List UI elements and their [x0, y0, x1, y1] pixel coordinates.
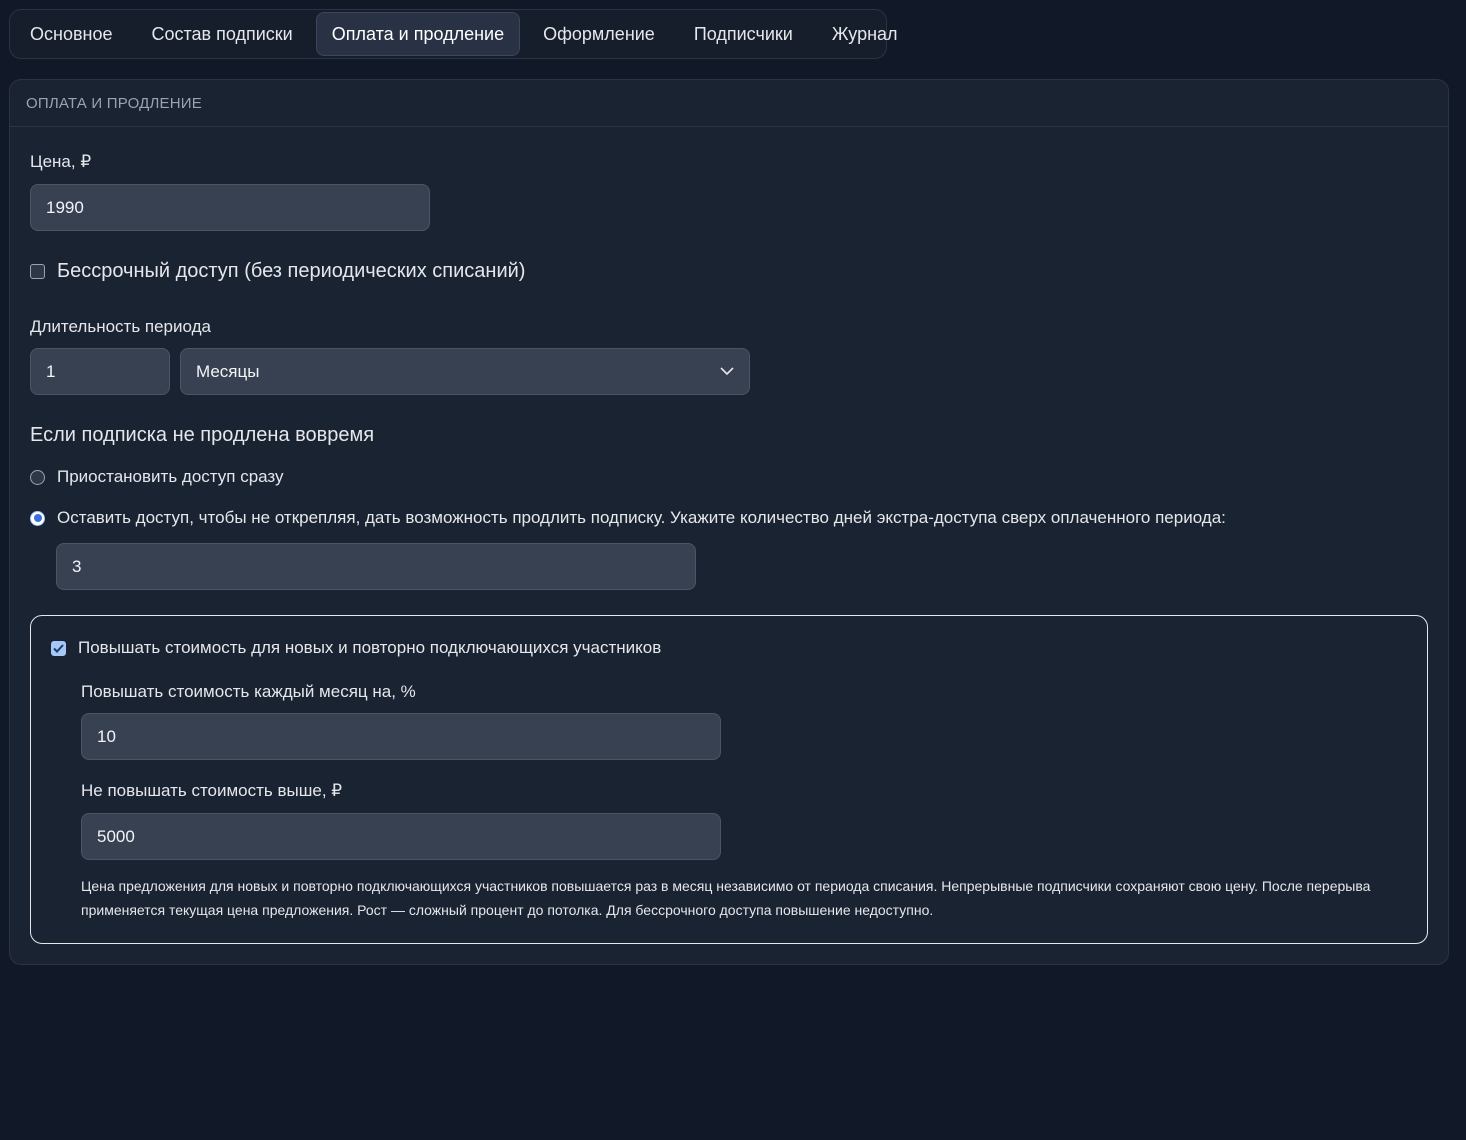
- grace-label: Оставить доступ, чтобы не открепляя, дат…: [57, 508, 1226, 527]
- lifetime-access-checkbox[interactable]: [30, 264, 45, 279]
- price-cap-label: Не повышать стоимость выше, ₽: [81, 781, 343, 800]
- period-unit-value: Месяцы: [196, 361, 260, 381]
- lapse-heading: Если подписка не продлена вовремя: [30, 424, 375, 446]
- grace-days-input[interactable]: [56, 543, 696, 590]
- suspend-label: Приостановить доступ сразу: [57, 467, 284, 486]
- period-unit-select[interactable]: Месяцы: [180, 348, 750, 395]
- price-increase-panel: Повышать стоимость для новых и повторно …: [30, 615, 1428, 944]
- grace-radio[interactable]: [30, 510, 45, 526]
- price-input[interactable]: [30, 184, 430, 231]
- tab-design[interactable]: Оформление: [527, 12, 671, 56]
- increase-percent-input[interactable]: [81, 713, 721, 760]
- checkmark-icon: [53, 643, 64, 653]
- tab-subscribers[interactable]: Подписчики: [678, 12, 809, 56]
- lifetime-access-label: Бессрочный доступ (без периодических спи…: [57, 260, 526, 282]
- chevron-down-icon: [720, 367, 734, 376]
- period-label: Длительность периода: [30, 317, 211, 336]
- tab-log[interactable]: Журнал: [816, 12, 914, 56]
- lapse-option-suspend[interactable]: Приостановить доступ сразу: [30, 467, 284, 487]
- period-count-input[interactable]: [30, 348, 170, 395]
- tab-basic[interactable]: Основное: [14, 12, 128, 56]
- lapse-option-grace[interactable]: Оставить доступ, чтобы не открепляя, дат…: [30, 508, 1226, 528]
- price-increase-note: Цена предложения для новых и повторно по…: [81, 878, 1371, 918]
- tab-bar: Основное Состав подписки Оплата и продле…: [9, 9, 898, 59]
- tab-subscription-content[interactable]: Состав подписки: [135, 12, 308, 56]
- price-increase-checkbox[interactable]: [51, 640, 66, 656]
- suspend-radio[interactable]: [30, 469, 45, 485]
- lifetime-access-row[interactable]: Бессрочный доступ (без периодических спи…: [30, 260, 525, 283]
- tab-payment-renewal[interactable]: Оплата и продление: [315, 12, 521, 56]
- section-title: ОПЛАТА И ПРОДЛЕНИЕ: [10, 80, 1448, 127]
- increase-percent-label: Повышать стоимость каждый месяц на, %: [81, 682, 416, 701]
- price-cap-input[interactable]: [81, 813, 721, 860]
- price-label: Цена, ₽: [30, 152, 92, 171]
- price-increase-label: Повышать стоимость для новых и повторно …: [78, 638, 662, 657]
- payment-renewal-card: ОПЛАТА И ПРОДЛЕНИЕ Цена, ₽ Бессрочный до…: [9, 79, 1449, 965]
- price-increase-row[interactable]: Повышать стоимость для новых и повторно …: [51, 638, 661, 658]
